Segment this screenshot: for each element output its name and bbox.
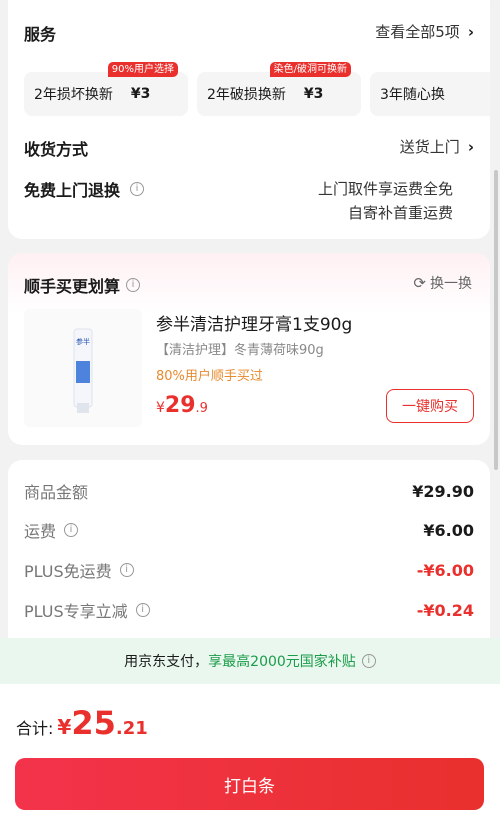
services-view-all[interactable]: 查看全部5项 › <box>375 21 474 42</box>
price-card: 商品金额 ¥29.90 运费 i ¥6.00 PLUS免运费 i -¥6.00 … <box>8 460 490 660</box>
free-return-label: 免费上门退换 <box>24 181 121 200</box>
price-row-value: ¥6.00 <box>423 520 474 540</box>
price-row-label: 运费 <box>24 522 57 541</box>
info-icon[interactable]: i <box>64 523 79 537</box>
product-spec: 【清洁护理】冬青薄荷味90g <box>156 343 324 358</box>
toothpaste-image: 参半 <box>73 328 93 413</box>
total-dec: .21 <box>115 718 148 739</box>
info-icon[interactable]: i <box>126 278 141 292</box>
pay-baitiao-button[interactable]: 打白条 <box>15 758 484 810</box>
free-return-line1: 上门取件享运费全免 <box>317 180 453 198</box>
price-row-plus-discount: PLUS专享立减 i -¥0.24 <box>24 598 474 622</box>
total-int: 25 <box>71 704 116 742</box>
service-option-2-tag: 染色/破洞可换新 <box>269 62 351 77</box>
free-return-line2: 自寄补首重运费 <box>347 204 453 222</box>
banner-highlight: 享最高2000元国家补贴 <box>208 654 356 670</box>
bundle-header: 顺手买更划算 i <box>24 273 141 297</box>
info-icon[interactable]: i <box>119 563 134 577</box>
price-row-plus-free-shipping: PLUS免运费 i -¥6.00 <box>24 558 474 582</box>
price-row-value: -¥6.00 <box>416 560 474 580</box>
price-row-subtotal: 商品金额 ¥29.90 <box>24 479 474 503</box>
product-price-dec: .9 <box>195 401 208 416</box>
refresh-label: 换一换 <box>430 276 472 292</box>
product-brand-text: 参半 <box>76 337 90 346</box>
price-row-value: ¥29.90 <box>412 481 474 501</box>
info-icon[interactable]: i <box>130 182 145 196</box>
product-image[interactable]: 参半 <box>24 309 142 427</box>
one-click-buy-button[interactable]: 一键购买 <box>386 389 474 423</box>
service-option-1-name: 2年损坏换新 <box>34 87 113 103</box>
chevron-right-icon: › <box>467 137 474 156</box>
service-option-1-price: ¥3 <box>130 86 151 102</box>
subsidy-banner[interactable]: 用京东支付， 享最高2000元国家补贴 i <box>0 638 500 684</box>
price-row-label-wrap: 运费 i <box>24 518 79 542</box>
total-symbol: ¥ <box>57 715 72 739</box>
delivery-selector[interactable]: 送货上门 › <box>400 136 474 157</box>
services-view-all-label: 查看全部5项 <box>375 23 460 41</box>
product-price: ¥ 29 .9 <box>156 393 208 418</box>
price-row-label: PLUS专享立减 <box>24 602 128 621</box>
scrollbar[interactable] <box>494 170 498 470</box>
price-row-label-wrap: PLUS免运费 i <box>24 558 134 582</box>
product-social-proof: 80%用户顺手买过 <box>156 369 263 384</box>
services-card: 服务 查看全部5项 › 90%用户选择 2年损坏换新 ¥3 染色/破洞可换新 2… <box>8 0 490 239</box>
bundle-title: 顺手买更划算 <box>24 277 121 296</box>
product-price-symbol: ¥ <box>156 400 165 416</box>
price-row-label: PLUS免运费 <box>24 562 112 581</box>
service-option-2-price: ¥3 <box>303 86 324 102</box>
price-row-value: -¥0.24 <box>416 600 474 620</box>
service-option-1-tag: 90%用户选择 <box>107 62 178 77</box>
services-title: 服务 <box>24 25 57 44</box>
price-row-shipping: 运费 i ¥6.00 <box>24 518 474 542</box>
delivery-label: 收货方式 <box>24 140 89 159</box>
info-icon[interactable]: i <box>361 654 376 668</box>
service-option-2[interactable]: 染色/破洞可换新 2年破损换新 ¥3 <box>197 62 361 116</box>
chevron-right-icon: › <box>467 22 474 41</box>
delivery-value: 送货上门 <box>399 138 460 156</box>
price-row-label: 商品金额 <box>24 483 89 502</box>
info-icon[interactable]: i <box>135 603 150 617</box>
free-return-desc: 上门取件享运费全免 自寄补首重运费 <box>318 177 453 225</box>
total-label: 合计: <box>16 719 54 738</box>
service-option-3-name: 3年随心换 <box>380 87 445 103</box>
price-row-label-wrap: PLUS专享立减 i <box>24 598 150 622</box>
banner-prefix: 用京东支付， <box>124 654 209 670</box>
checkout-bar: 合计: ¥ 25 .21 打白条 <box>0 684 500 827</box>
free-return-row: 免费上门退换 i <box>24 177 145 201</box>
product-name[interactable]: 参半清洁护理牙膏1支90g <box>156 310 352 335</box>
bundle-card: 顺手买更划算 i ⟳ 换一换 参半 参半清洁护理牙膏1支90g 【清洁护理】冬青… <box>8 253 490 445</box>
service-option-2-name: 2年破损换新 <box>207 87 286 103</box>
total-amount: 合计: ¥ 25 .21 <box>16 704 148 742</box>
service-option-1[interactable]: 90%用户选择 2年损坏换新 ¥3 <box>24 62 188 116</box>
refresh-icon: ⟳ <box>413 274 426 292</box>
refresh-button[interactable]: ⟳ 换一换 <box>413 273 472 293</box>
service-option-3[interactable]: 3年随心换 <box>370 72 490 116</box>
product-price-int: 29 <box>164 393 196 418</box>
